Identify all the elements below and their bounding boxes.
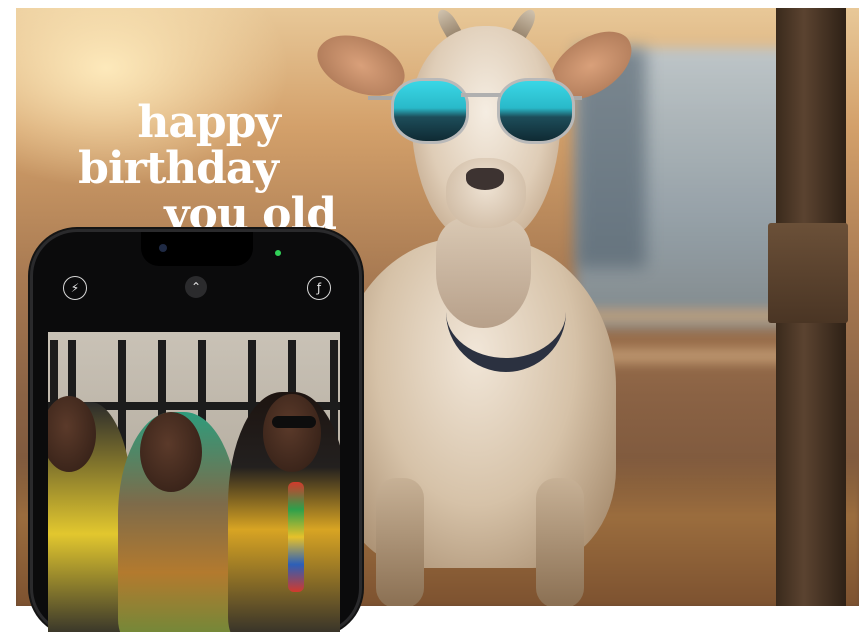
aperture-f-icon: ƒ <box>316 281 322 295</box>
post-board <box>768 223 848 323</box>
title-line: birthday <box>78 143 279 194</box>
chevron-up-icon: ⌃ <box>190 280 202 294</box>
goat-nose <box>466 168 504 190</box>
filters-button[interactable]: ƒ <box>307 276 331 300</box>
sunglasses-lens-right <box>497 78 575 144</box>
goat-leg <box>536 478 584 606</box>
sunglasses-bridge <box>461 93 501 97</box>
front-camera-icon <box>159 244 167 252</box>
camera-viewfinder[interactable] <box>48 332 340 632</box>
camera-active-indicator <box>275 250 281 256</box>
flash-button[interactable]: ⚡ <box>63 276 87 300</box>
sunglasses <box>272 416 316 428</box>
phone-notch <box>141 232 253 266</box>
bolt-icon: ⚡ <box>70 281 80 295</box>
sunglasses-lens-left <box>391 78 469 144</box>
face <box>263 394 321 472</box>
phone-camera-overlay: ⚡ ⌃ ƒ <box>33 232 359 632</box>
camera-options-toggle[interactable]: ⌃ <box>185 276 207 298</box>
goat-leg <box>376 478 424 606</box>
face <box>140 412 202 492</box>
beaded-necklace <box>288 482 304 592</box>
title-line: happy <box>137 97 281 148</box>
